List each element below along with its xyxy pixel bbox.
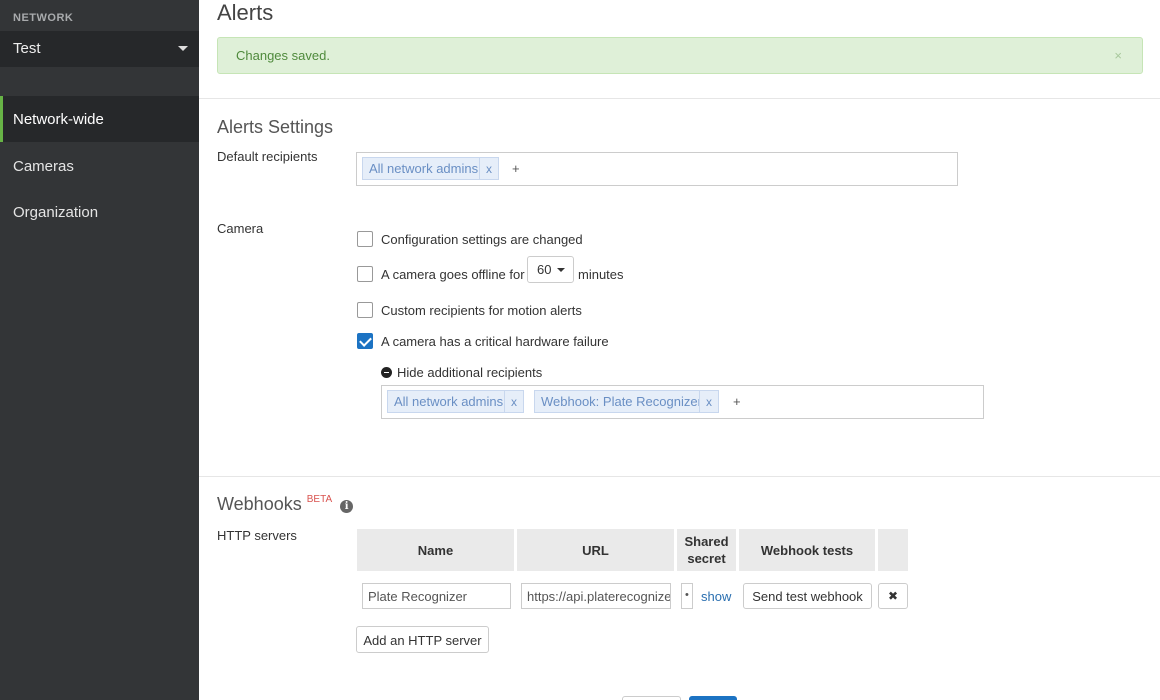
webhooks-title-text: Webhooks xyxy=(217,494,302,514)
sidebar-item-organization[interactable]: Organization xyxy=(0,189,199,235)
column-header-webhook-tests: Webhook tests xyxy=(739,529,875,571)
option-label: A camera goes offline for xyxy=(381,267,525,282)
column-header-url: URL xyxy=(517,529,674,571)
default-recipients-label: Default recipients xyxy=(217,149,318,164)
page-title: Alerts xyxy=(217,0,274,25)
recipient-token: All network admins xyxy=(387,390,511,413)
add-recipient-button[interactable]: + xyxy=(512,161,520,176)
hide-recipients-link[interactable]: Hide additional recipients xyxy=(381,365,542,380)
remove-token-button[interactable]: x xyxy=(504,390,524,413)
close-icon[interactable]: × xyxy=(1114,48,1122,63)
info-icon[interactable]: i xyxy=(340,500,354,513)
default-recipients-input[interactable]: All network admins x + xyxy=(356,152,958,186)
sidebar-item-cameras[interactable]: Cameras xyxy=(0,143,199,189)
checkbox[interactable] xyxy=(357,266,373,282)
webhook-url-input[interactable]: https://api.platerecognizer.com xyxy=(521,583,671,609)
offline-minutes-select[interactable]: 60 xyxy=(527,256,574,283)
sidebar-section-label: NETWORK xyxy=(13,12,74,24)
sidebar-item-network-wide[interactable]: Network-wide xyxy=(0,96,199,142)
send-test-webhook-button[interactable]: Send test webhook xyxy=(743,583,872,609)
add-http-server-button[interactable]: Add an HTTP server xyxy=(356,626,489,653)
delete-icon[interactable]: ✖ xyxy=(878,583,908,609)
camera-label: Camera xyxy=(217,221,264,236)
http-servers-label: HTTP servers xyxy=(217,528,297,543)
webhook-name-input[interactable]: Plate Recognizer xyxy=(362,583,511,609)
main-content: Alerts Changes saved. × Alerts Settings … xyxy=(199,0,1160,700)
remove-token-button[interactable]: x xyxy=(479,157,499,180)
recipient-token: All network admins xyxy=(362,157,486,180)
minus-circle-icon xyxy=(381,367,392,378)
network-selector[interactable]: Test xyxy=(0,31,199,67)
minutes-label: minutes xyxy=(578,267,624,282)
webhook-secret-input[interactable]: • xyxy=(681,583,693,609)
network-name: Test xyxy=(13,40,41,57)
option-label: A camera has a critical hardware failure xyxy=(381,334,609,349)
save-button[interactable] xyxy=(689,696,737,700)
checkbox[interactable] xyxy=(357,302,373,318)
caret-down-icon xyxy=(178,46,188,51)
column-header-shared-secret: Shared secret xyxy=(677,529,736,571)
webhooks-title: Webhooks BETA i xyxy=(217,494,354,515)
option-label: Configuration settings are changed xyxy=(381,232,583,247)
column-header-name: Name xyxy=(357,529,514,571)
divider xyxy=(199,98,1160,99)
success-message: Changes saved. xyxy=(236,48,330,63)
sidebar: NETWORK Test Network-wide Cameras Organi… xyxy=(0,0,199,700)
select-value: 60 xyxy=(537,262,552,277)
success-alert: Changes saved. × xyxy=(217,37,1143,74)
divider xyxy=(199,476,1160,477)
alerts-settings-title: Alerts Settings xyxy=(217,117,334,137)
caret-down-icon xyxy=(557,268,565,272)
show-secret-link[interactable]: show xyxy=(701,589,731,604)
remove-token-button[interactable]: x xyxy=(699,390,719,413)
hide-recipients-label: Hide additional recipients xyxy=(397,365,543,380)
beta-badge: BETA xyxy=(306,494,333,505)
checkbox-checked[interactable] xyxy=(357,333,373,349)
additional-recipients-input[interactable]: All network admins x Webhook: Plate Reco… xyxy=(381,385,984,419)
add-recipient-button[interactable]: + xyxy=(733,394,741,409)
column-header-actions xyxy=(878,529,908,571)
recipient-token: Webhook: Plate Recognizer xyxy=(534,390,709,413)
cancel-button[interactable] xyxy=(622,696,681,700)
checkbox[interactable] xyxy=(357,231,373,247)
option-label: Custom recipients for motion alerts xyxy=(381,303,582,318)
